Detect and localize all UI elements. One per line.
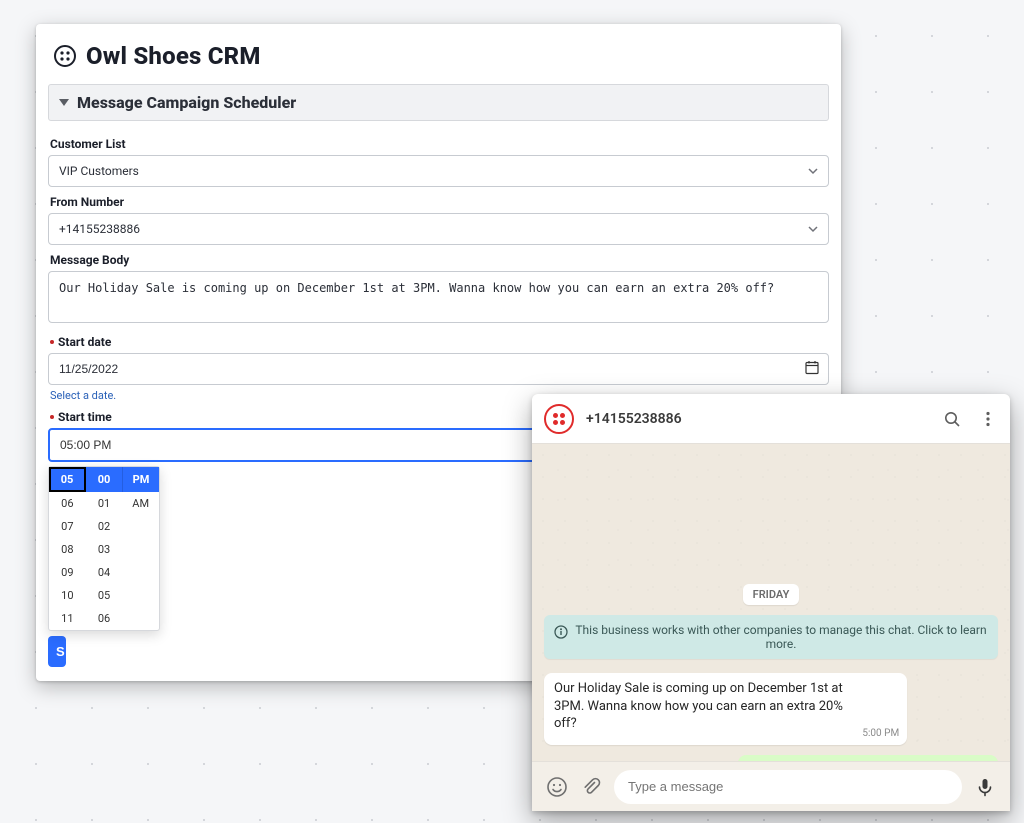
time-picker-minute-option[interactable]: 06: [86, 607, 123, 630]
time-picker-hour-selected[interactable]: 05: [49, 467, 86, 492]
customer-list-select[interactable]: VIP Customers: [48, 155, 829, 187]
chat-outgoing-message[interactable]: Show me the money! 💸💸💸 5:00 PM ✓✓: [738, 755, 998, 761]
chat-incoming-message[interactable]: Our Holiday Sale is coming up on Decembe…: [544, 673, 907, 745]
time-picker-hour-option[interactable]: 10: [49, 584, 86, 607]
customer-list-value: VIP Customers: [59, 164, 139, 178]
required-dot-icon: [50, 415, 54, 419]
message-body-label: Message Body: [50, 253, 827, 267]
time-picker-minute-option[interactable]: 01: [86, 492, 123, 515]
time-picker-minute-selected[interactable]: 00: [86, 467, 123, 492]
chat-input-bar: [532, 761, 1010, 811]
message-body-textarea[interactable]: Our Holiday Sale is coming up on Decembe…: [48, 271, 829, 323]
start-date-label: Start date: [50, 335, 827, 349]
whatsapp-chat-window: +14155238886 FRIDAY This business works …: [532, 394, 1010, 811]
owl-shoes-logo-icon: [54, 45, 76, 67]
chevron-down-icon: [808, 224, 818, 234]
attachment-icon[interactable]: [580, 776, 602, 798]
customer-list-label: Customer List: [50, 137, 827, 151]
chat-body: FRIDAY This business works with other co…: [532, 444, 1010, 761]
chat-incoming-time: 5:00 PM: [862, 727, 899, 741]
crm-header: Owl Shoes CRM: [36, 24, 841, 84]
required-dot-icon: [50, 340, 54, 344]
chevron-down-icon: [808, 166, 818, 176]
crm-title: Owl Shoes CRM: [86, 42, 261, 70]
submit-button[interactable]: S: [48, 636, 66, 667]
collapse-triangle-icon: [59, 99, 69, 106]
calendar-icon[interactable]: [805, 360, 819, 379]
time-picker-hour-option[interactable]: 11: [49, 607, 86, 630]
microphone-icon[interactable]: [974, 776, 996, 798]
from-number-value: +14155238886: [59, 222, 140, 236]
time-picker-minute-option[interactable]: 02: [86, 515, 123, 538]
chat-header: +14155238886: [532, 394, 1010, 444]
chat-day-chip: FRIDAY: [743, 584, 800, 605]
time-picker-hour-option[interactable]: 08: [49, 538, 86, 561]
time-picker-meridiem-selected[interactable]: PM: [123, 467, 159, 492]
time-picker-hour-option[interactable]: 07: [49, 515, 86, 538]
from-number-label: From Number: [50, 195, 827, 209]
chat-text-input[interactable]: [614, 770, 962, 804]
time-picker-meridiem-option[interactable]: AM: [122, 492, 159, 515]
more-vertical-icon[interactable]: [978, 409, 998, 429]
chat-info-banner[interactable]: This business works with other companies…: [544, 615, 998, 659]
section-header[interactable]: Message Campaign Scheduler: [48, 84, 829, 121]
twilio-logo-icon: [544, 404, 574, 434]
time-picker-minute-option[interactable]: 04: [86, 561, 123, 584]
info-icon: [554, 625, 568, 639]
emoji-icon[interactable]: [546, 776, 568, 798]
time-picker-hour-option[interactable]: 09: [49, 561, 86, 584]
time-picker-minute-option[interactable]: 03: [86, 538, 123, 561]
time-picker-dropdown: 05 00 PM 06 07 08 09 10 11 01 02 03 04: [48, 466, 160, 631]
time-picker-minute-option[interactable]: 05: [86, 584, 123, 607]
section-title: Message Campaign Scheduler: [77, 93, 296, 112]
start-date-input[interactable]: [48, 353, 829, 385]
chat-title: +14155238886: [586, 411, 930, 427]
time-picker-hour-option[interactable]: 06: [49, 492, 86, 515]
chat-incoming-text: Our Holiday Sale is coming up on Decembe…: [554, 680, 897, 739]
search-icon[interactable]: [942, 409, 962, 429]
from-number-select[interactable]: +14155238886: [48, 213, 829, 245]
